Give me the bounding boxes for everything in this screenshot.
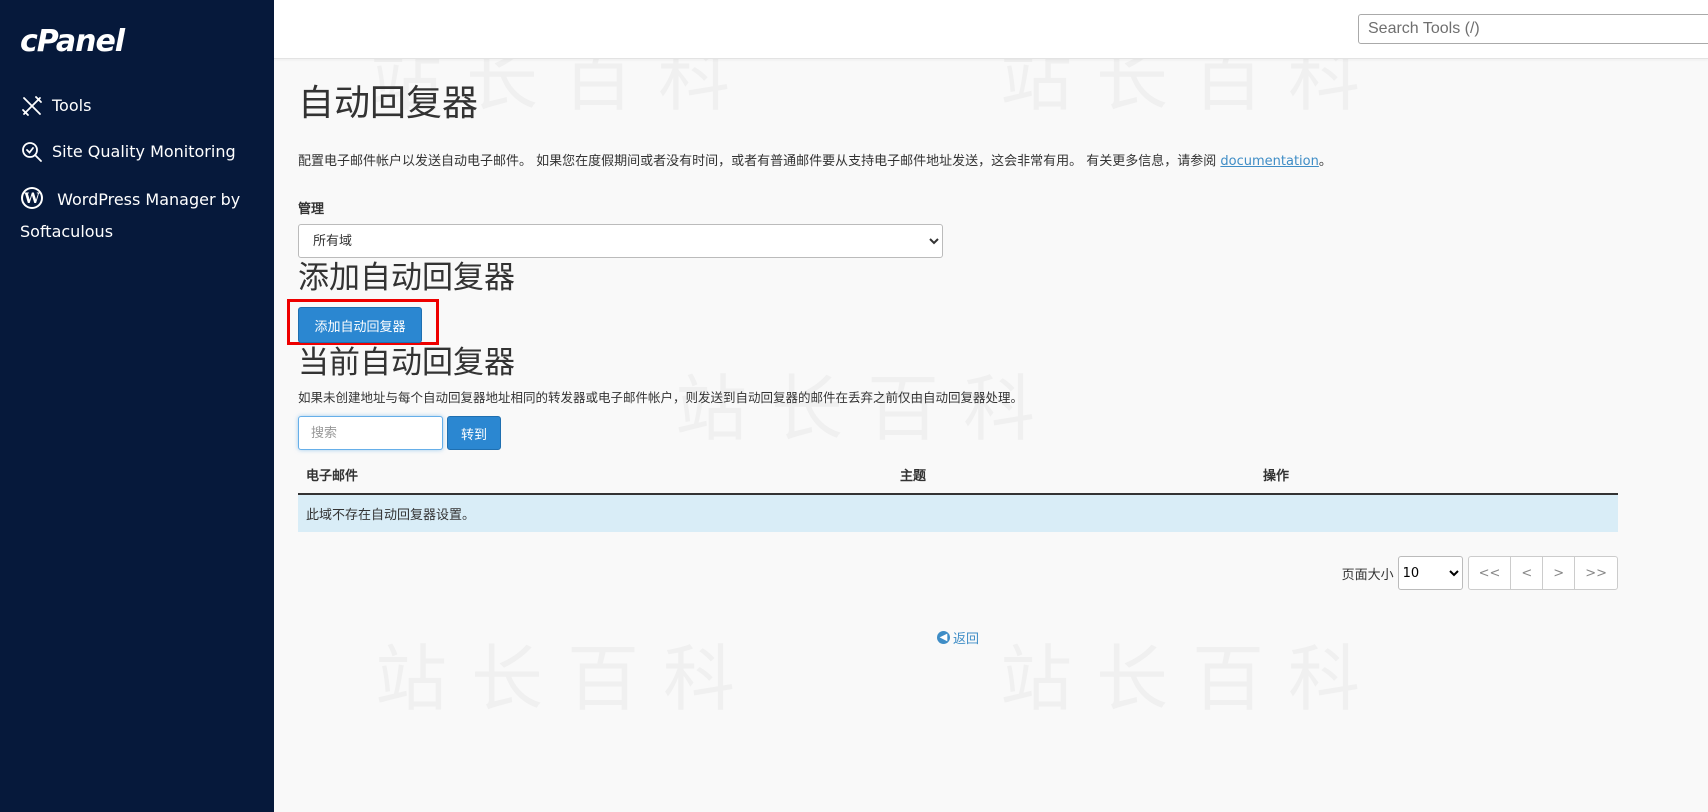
magnifier-check-icon [22,142,42,162]
tools-icon [22,96,42,116]
search-row: 转到 [298,416,1618,450]
sidebar: cPanel Tools Site Quality Monitoring W W… [0,0,274,812]
sidebar-item-label: Site Quality Monitoring [52,142,236,161]
go-button[interactable]: 转到 [447,416,501,450]
column-header-actions: 操作 [1255,456,1618,495]
domain-select[interactable]: 所有域 [298,224,943,258]
page-title: 自动回复器 [298,83,479,124]
svg-text:W: W [23,191,40,207]
table-header-row: 电子邮件 主题 操作 [298,456,1618,495]
add-autoresponder-heading: 添加自动回复器 [298,260,515,296]
search-tools-input[interactable] [1358,14,1708,44]
first-page-button[interactable]: << [1467,556,1512,590]
page-description: 配置电子邮件帐户以发送自动电子邮件。 如果您在度假期间或者没有时间，或者有普通邮… [298,150,1618,169]
back-label: 返回 [952,632,979,647]
next-page-button[interactable]: > [1542,556,1576,590]
autoresponder-table: 电子邮件 主题 操作 此域不存在自动回复器设置。 [298,456,1618,532]
column-header-subject[interactable]: 主题 [892,456,1255,495]
page-size-select[interactable]: 10 [1397,556,1463,590]
cpanel-logo[interactable]: cPanel [20,24,125,59]
autoresponder-note: 如果未创建地址与每个自动回复器地址相同的转发器或电子邮件帐户，则发送到自动回复器… [298,390,1024,405]
page-buttons: << < > >> [1467,556,1618,590]
empty-message: 此域不存在自动回复器设置。 [298,493,1618,532]
sidebar-item-wordpress-manager[interactable]: W WordPress Manager by Softaculous [20,182,260,248]
current-autoresponders-heading: 当前自动回复器 [298,345,515,381]
last-page-button[interactable]: >> [1574,556,1618,590]
description-text: 配置电子邮件帐户以发送自动电子邮件。 如果您在度假期间或者没有时间，或者有普通邮… [298,154,1221,169]
sidebar-item-label: Tools [52,96,92,115]
back-link[interactable]: ◀ 返回 [936,628,979,647]
documentation-link[interactable]: documentation [1220,154,1318,169]
sidebar-item-label: WordPress Manager by Softaculous [20,190,241,241]
description-end: 。 [1318,154,1332,169]
prev-page-button[interactable]: < [1510,556,1544,590]
add-autoresponder-button[interactable]: 添加自动回复器 [298,307,422,343]
sidebar-item-site-quality[interactable]: Site Quality Monitoring [20,136,260,168]
sidebar-nav: Tools Site Quality Monitoring W WordPres… [20,90,260,262]
sidebar-item-tools[interactable]: Tools [20,90,260,122]
page-size-label: 页面大小 [1341,567,1394,583]
back-container: ◀ 返回 [298,628,1618,647]
column-header-email[interactable]: 电子邮件 [298,456,892,495]
main-content: 自动回复器 配置电子邮件帐户以发送自动电子邮件。 如果您在度假期间或者没有时间，… [287,58,1618,647]
manage-label: 管理 [298,202,325,217]
wordpress-icon: W [21,187,43,209]
autoresponder-search-input[interactable] [298,416,443,450]
arrow-left-circle-icon: ◀ [936,631,950,644]
table-row: 此域不存在自动回复器设置。 [298,493,1618,532]
pagination: 页面大小 10 << < > >> [298,556,1618,590]
add-button-wrapper: 添加自动回复器 [287,299,1618,345]
